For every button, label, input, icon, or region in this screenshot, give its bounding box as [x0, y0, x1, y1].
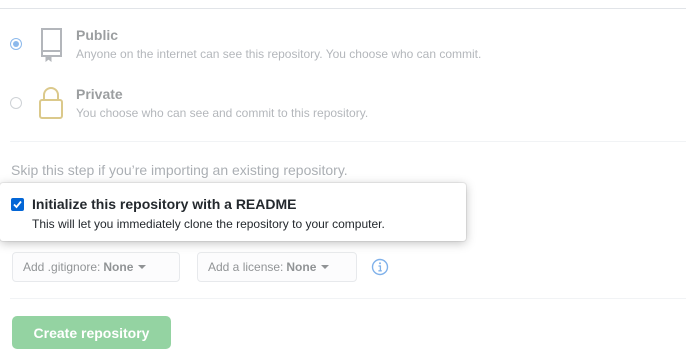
license-value: None: [286, 260, 317, 274]
private-option[interactable]: Private You choose who can see and commi…: [10, 85, 368, 121]
public-title: Public: [76, 27, 119, 43]
gitignore-label: Add .gitignore:: [23, 260, 101, 274]
lock-icon: [39, 87, 63, 119]
section-divider: [10, 141, 686, 142]
create-repository-button[interactable]: Create repository: [12, 316, 171, 349]
info-icon[interactable]: [371, 258, 389, 276]
caret-down-icon: [321, 265, 330, 269]
private-title: Private: [76, 86, 123, 102]
public-radio[interactable]: [10, 38, 22, 50]
top-divider: [0, 8, 686, 9]
private-radio[interactable]: [10, 97, 22, 109]
private-description: You choose who can see and commit to thi…: [76, 106, 369, 120]
public-description: Anyone on the internet can see this repo…: [76, 47, 482, 61]
skip-note: Skip this step if you’re importing an ex…: [11, 162, 348, 178]
readme-option[interactable]: Initialize this repository with a README…: [0, 183, 466, 241]
repo-icon: [41, 28, 62, 62]
gitignore-value: None: [103, 260, 134, 274]
readme-title: Initialize this repository with a README: [32, 196, 297, 212]
license-label: Add a license:: [208, 260, 284, 274]
bottom-divider: [10, 298, 686, 299]
public-option[interactable]: Public Anyone on the internet can see th…: [10, 26, 481, 62]
caret-down-icon: [138, 265, 147, 269]
readme-description: This will let you immediately clone the …: [32, 217, 385, 231]
license-select[interactable]: Add a license: None: [197, 252, 357, 282]
check-icon: [13, 200, 22, 209]
readme-checkbox[interactable]: [11, 198, 24, 211]
gitignore-select[interactable]: Add .gitignore: None: [12, 252, 180, 282]
